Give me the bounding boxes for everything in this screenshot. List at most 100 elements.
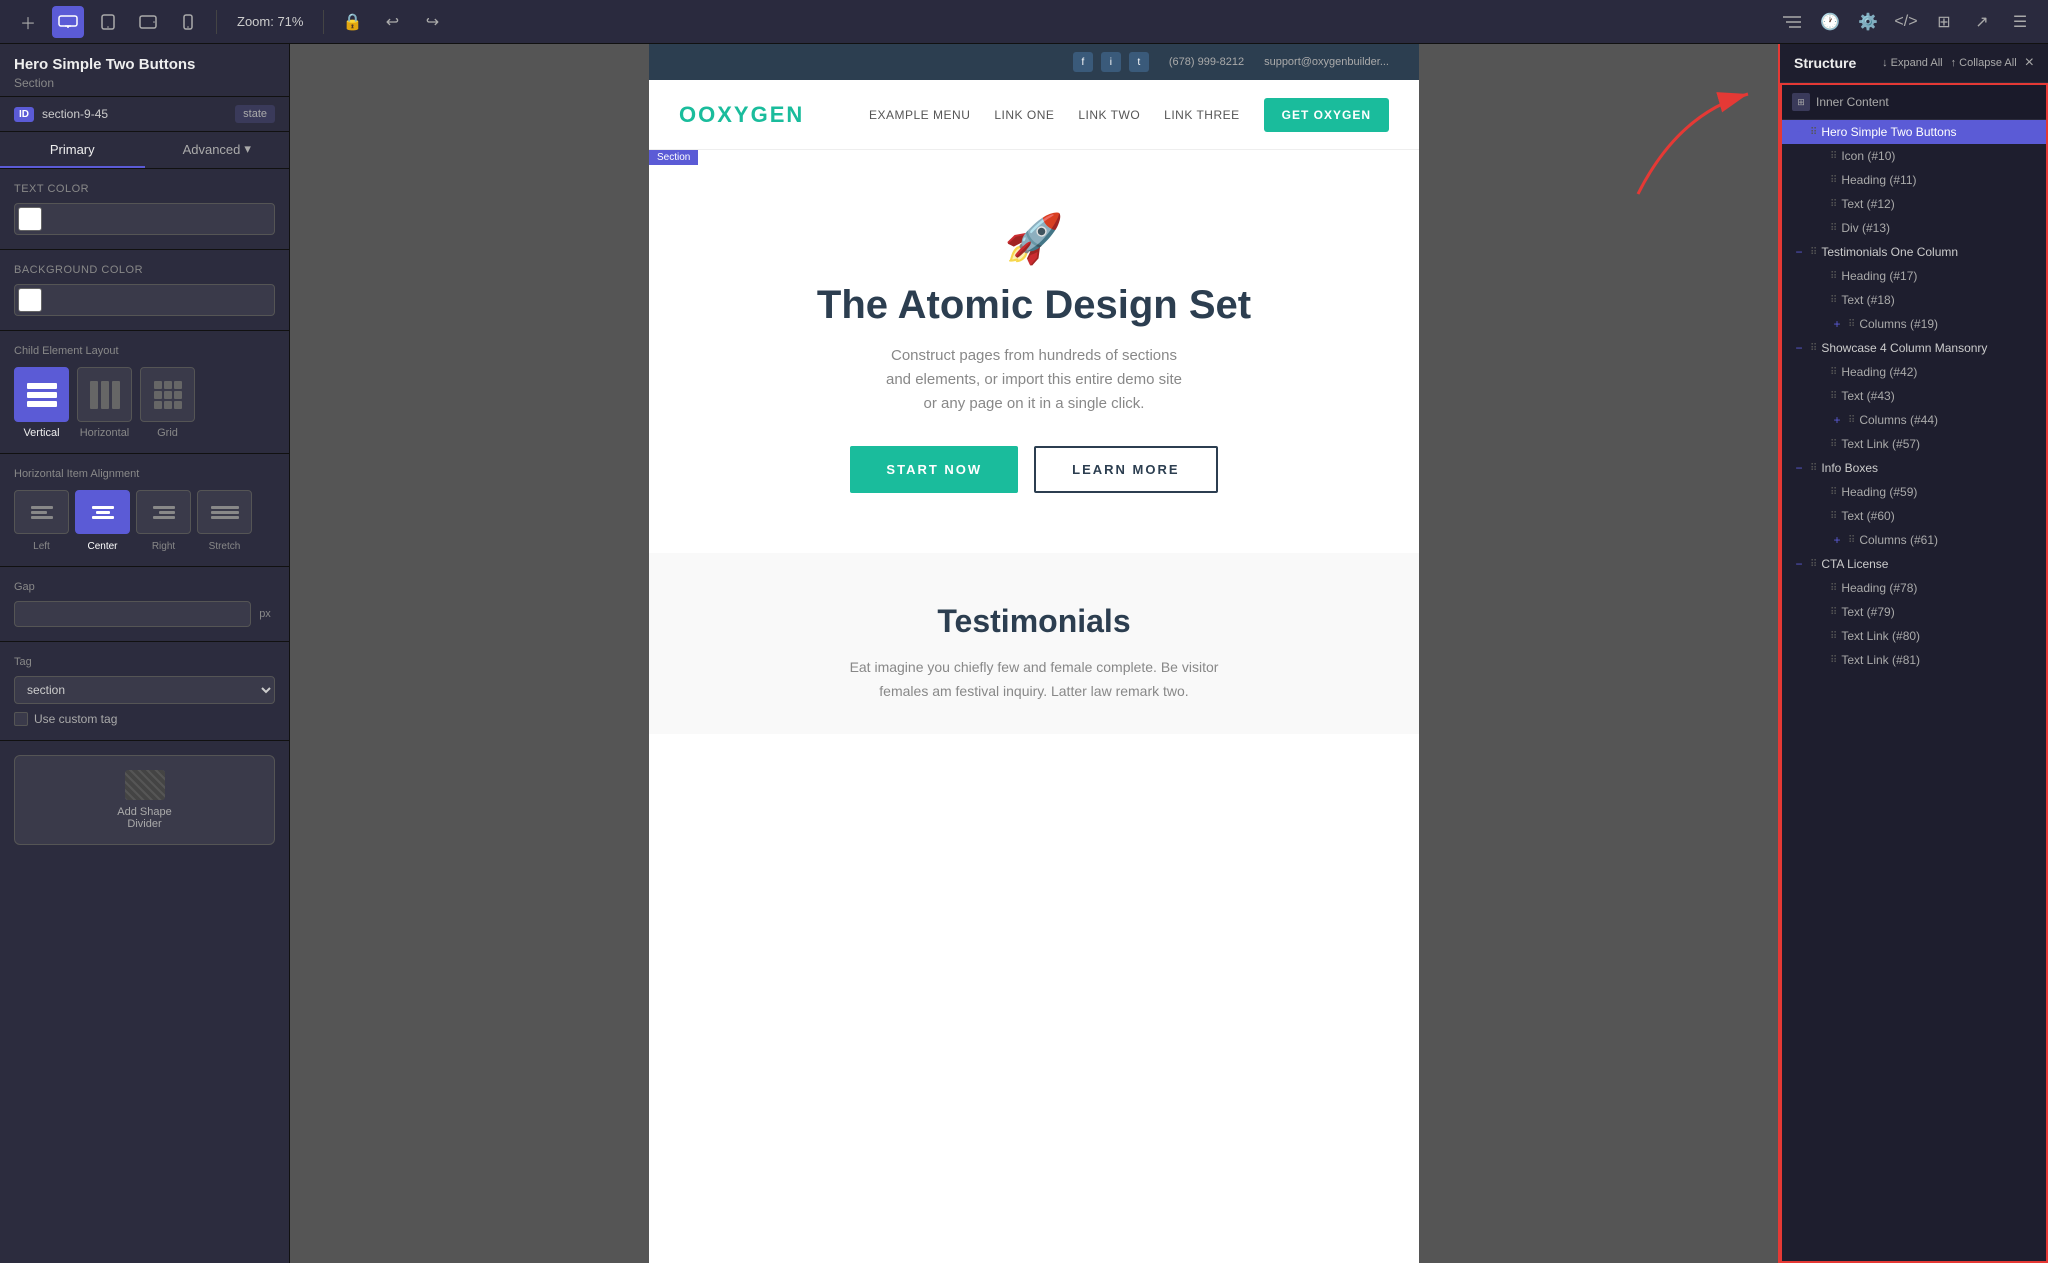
logo-text: OXYGEN bbox=[698, 102, 804, 127]
external-button[interactable]: ↗ bbox=[1966, 6, 1998, 38]
columns-61-label: Columns (#61) bbox=[1859, 533, 1938, 547]
tree-text-79[interactable]: ⠿ Text (#79) bbox=[1782, 600, 2046, 624]
align-left-btn[interactable] bbox=[14, 490, 69, 534]
tree-div-13[interactable]: ⠿ Div (#13) bbox=[1782, 216, 2046, 240]
tree-heading-59[interactable]: ⠿ Heading (#59) bbox=[1782, 480, 2046, 504]
align-center-option[interactable]: Center bbox=[75, 490, 130, 552]
add-button[interactable]: ＋ bbox=[12, 6, 44, 38]
toggle-showcase[interactable]: − bbox=[1792, 341, 1806, 355]
toggle-testimonials[interactable]: − bbox=[1792, 245, 1806, 259]
settings-button[interactable]: ⚙️ bbox=[1852, 6, 1884, 38]
toggle-hero-simple[interactable]: − bbox=[1792, 125, 1806, 139]
tree-heading-11[interactable]: ⠿ Heading (#11) bbox=[1782, 168, 2046, 192]
start-now-button[interactable]: START NOW bbox=[850, 446, 1018, 493]
custom-tag-checkbox[interactable] bbox=[14, 712, 28, 726]
toggle-columns19[interactable]: + bbox=[1830, 317, 1844, 331]
layout-option-grid[interactable]: Grid bbox=[140, 367, 195, 439]
id-row: ID section-9-45 state bbox=[0, 97, 289, 132]
align-right-option[interactable]: Right bbox=[136, 490, 191, 552]
text-color-swatch[interactable] bbox=[14, 203, 275, 235]
tree-textlink-57[interactable]: ⠿ Text Link (#57) bbox=[1782, 432, 2046, 456]
drag-handle-textlink80: ⠿ bbox=[1830, 631, 1837, 642]
advanced-tab-label: Advanced bbox=[183, 142, 241, 157]
toggle-infoboxes[interactable]: − bbox=[1792, 461, 1806, 475]
tree-heading-17[interactable]: ⠿ Heading (#17) bbox=[1782, 264, 2046, 288]
arrow-indicator bbox=[1618, 74, 1768, 204]
gap-input[interactable] bbox=[14, 601, 251, 627]
gap-input-row: px bbox=[14, 601, 275, 627]
close-structure-button[interactable]: × bbox=[2025, 54, 2034, 72]
drag-handle-infoboxes: ⠿ bbox=[1810, 463, 1817, 474]
tree-textlink-80[interactable]: ⠿ Text Link (#80) bbox=[1782, 624, 2046, 648]
canvas: f i t (678) 999-8212 support@oxygenbuild… bbox=[290, 44, 1778, 1263]
drag-handle-hero: ⠿ bbox=[1810, 127, 1817, 138]
primary-tab[interactable]: Primary bbox=[0, 132, 145, 168]
toggle-columns61[interactable]: + bbox=[1830, 533, 1844, 547]
vertical-btn[interactable] bbox=[14, 367, 69, 422]
tree-columns-44[interactable]: + ⠿ Columns (#44) bbox=[1782, 408, 2046, 432]
structure-button[interactable] bbox=[1776, 6, 1808, 38]
advanced-tab[interactable]: Advanced ▾ bbox=[145, 132, 290, 168]
align-center-btn[interactable] bbox=[75, 490, 130, 534]
tree-text-12[interactable]: ⠿ Text (#12) bbox=[1782, 192, 2046, 216]
tree-showcase-4col[interactable]: − ⠿ Showcase 4 Column Mansonry bbox=[1782, 336, 2046, 360]
learn-more-button[interactable]: LEARN MORE bbox=[1034, 446, 1217, 493]
nav-link-three[interactable]: LINK THREE bbox=[1164, 108, 1239, 122]
structure-title: Structure bbox=[1794, 55, 1856, 71]
id-value: section-9-45 bbox=[42, 107, 227, 121]
code-button[interactable]: </> bbox=[1890, 6, 1922, 38]
layout-option-horizontal[interactable]: Horizontal bbox=[77, 367, 132, 439]
toggle-columns44[interactable]: + bbox=[1830, 413, 1844, 427]
layout-option-vertical[interactable]: Vertical bbox=[14, 367, 69, 439]
mobile-view-button[interactable] bbox=[172, 6, 204, 38]
tree-text-43[interactable]: ⠿ Text (#43) bbox=[1782, 384, 2046, 408]
grid-btn[interactable] bbox=[140, 367, 195, 422]
align-left-option[interactable]: Left bbox=[14, 490, 69, 552]
cta-license-label: CTA License bbox=[1821, 557, 1888, 571]
tablet-landscape-button[interactable] bbox=[132, 6, 164, 38]
tree-info-boxes[interactable]: − ⠿ Info Boxes bbox=[1782, 456, 2046, 480]
expand-all-button[interactable]: ↓ Expand All bbox=[1882, 57, 1943, 69]
nav-example-menu[interactable]: EXAMPLE MENU bbox=[869, 108, 970, 122]
tree-columns-61[interactable]: + ⠿ Columns (#61) bbox=[1782, 528, 2046, 552]
desktop-view-button[interactable] bbox=[52, 6, 84, 38]
menu-button[interactable]: ☰ bbox=[2004, 6, 2036, 38]
nav-cta-button[interactable]: GET OXYGEN bbox=[1264, 98, 1389, 132]
chevron-down-icon: ▾ bbox=[244, 141, 251, 157]
tag-select[interactable]: section div article bbox=[14, 676, 275, 704]
undo-button[interactable]: ↩ bbox=[376, 6, 408, 38]
align-stretch-btn[interactable] bbox=[197, 490, 252, 534]
tree-heading-42[interactable]: ⠿ Heading (#42) bbox=[1782, 360, 2046, 384]
grid-button[interactable]: ⊞ bbox=[1928, 6, 1960, 38]
nav-link-one[interactable]: LINK ONE bbox=[994, 108, 1054, 122]
text-79-label: Text (#79) bbox=[1841, 605, 1894, 619]
toggle-cta[interactable]: − bbox=[1792, 557, 1806, 571]
align-section: Horizontal Item Alignment Left bbox=[0, 454, 289, 567]
state-button[interactable]: state bbox=[235, 105, 275, 123]
history-button[interactable]: 🕐 bbox=[1814, 6, 1846, 38]
align-stretch-option[interactable]: Stretch bbox=[197, 490, 252, 552]
tree-text-60[interactable]: ⠿ Text (#60) bbox=[1782, 504, 2046, 528]
add-shape-divider-button[interactable]: Add ShapeDivider bbox=[14, 755, 275, 845]
right-panel: Structure ↓ Expand All ↑ Collapse All × … bbox=[1778, 44, 2048, 1263]
redo-button[interactable]: ↪ bbox=[416, 6, 448, 38]
tree-cta-license[interactable]: − ⠿ CTA License bbox=[1782, 552, 2046, 576]
horizontal-btn[interactable] bbox=[77, 367, 132, 422]
tree-icon-10[interactable]: ⠿ Icon (#10) bbox=[1782, 144, 2046, 168]
collapse-all-button[interactable]: ↑ Collapse All bbox=[1951, 57, 2017, 69]
facebook-icon[interactable]: f bbox=[1073, 52, 1093, 72]
tree-textlink-81[interactable]: ⠿ Text Link (#81) bbox=[1782, 648, 2046, 672]
nav-link-two[interactable]: LINK TWO bbox=[1078, 108, 1140, 122]
twitter-icon[interactable]: t bbox=[1129, 52, 1149, 72]
lock-button[interactable]: 🔒 bbox=[336, 6, 368, 38]
tree-heading-78[interactable]: ⠿ Heading (#78) bbox=[1782, 576, 2046, 600]
tablet-view-button[interactable] bbox=[92, 6, 124, 38]
tree-text-18[interactable]: ⠿ Text (#18) bbox=[1782, 288, 2046, 312]
drag-handle-text18: ⠿ bbox=[1830, 295, 1837, 306]
instagram-icon[interactable]: i bbox=[1101, 52, 1121, 72]
tree-hero-simple[interactable]: − ⠿ Hero Simple Two Buttons bbox=[1782, 120, 2046, 144]
tree-columns-19[interactable]: + ⠿ Columns (#19) bbox=[1782, 312, 2046, 336]
bg-color-swatch[interactable] bbox=[14, 284, 275, 316]
align-right-btn[interactable] bbox=[136, 490, 191, 534]
tree-testimonials-one-col[interactable]: − ⠿ Testimonials One Column bbox=[1782, 240, 2046, 264]
